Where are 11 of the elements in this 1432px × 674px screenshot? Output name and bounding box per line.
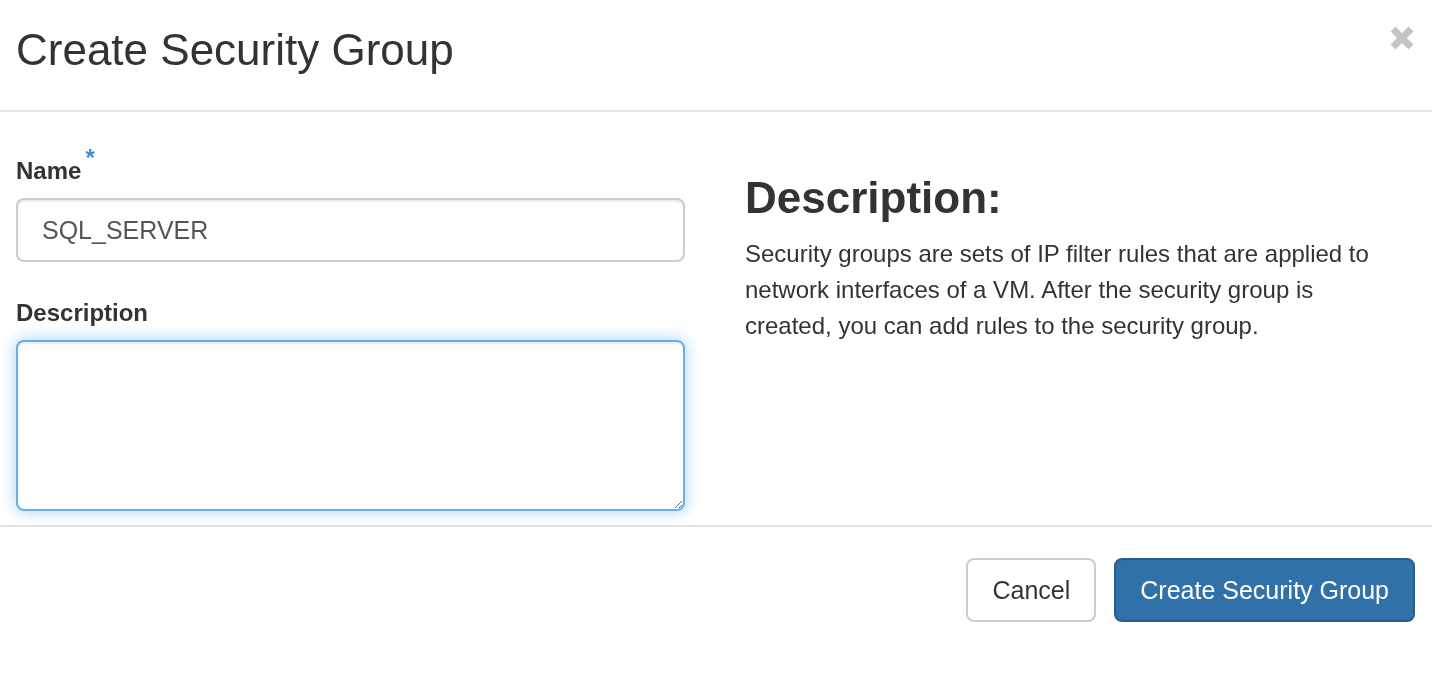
required-mark: * <box>85 148 95 168</box>
field-label: Description <box>16 298 149 328</box>
close-icon[interactable] <box>1389 25 1415 51</box>
create-button[interactable]: Create Security Group <box>1114 558 1415 622</box>
dialog-title: Create Security Group <box>16 24 454 76</box>
name-input[interactable]: SQL_SERVER <box>16 198 685 262</box>
field-label: Name <box>16 156 82 186</box>
help-text: Security groups are sets of IP filter rules that are applied to network interfaces of a VM. After the security group is created, you can add rules to the security group. <box>745 239 1370 341</box>
help-heading: Description: <box>745 172 1003 224</box>
description-textarea[interactable] <box>16 340 685 511</box>
cancel-button[interactable]: Cancel <box>966 558 1097 622</box>
